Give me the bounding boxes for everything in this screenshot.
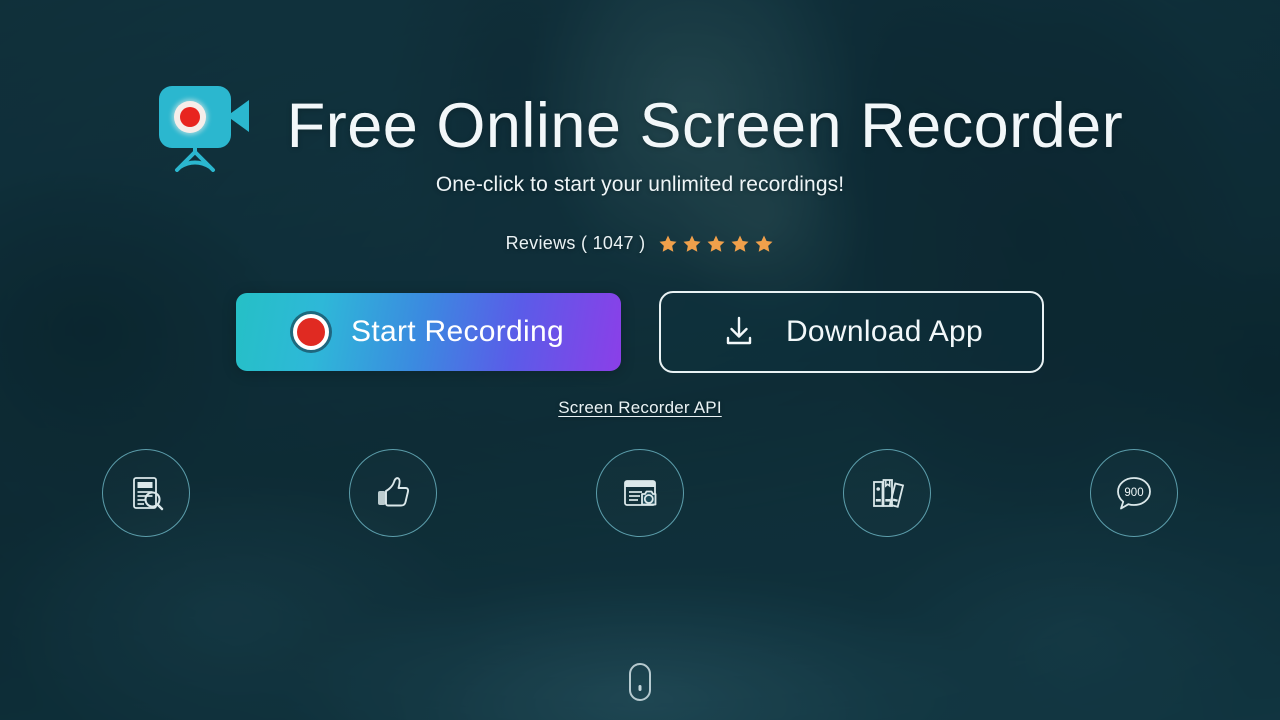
star-icon	[755, 235, 773, 252]
star-icon	[659, 235, 677, 252]
start-recording-label: Start Recording	[351, 315, 564, 348]
feature-media-library[interactable]	[843, 449, 932, 537]
feature-thumbs-up[interactable]	[348, 449, 437, 537]
feature-screen-capture[interactable]	[595, 449, 684, 537]
hero-page: Free Online Screen Recorder One-click to…	[0, 0, 1280, 720]
thumbs-up-icon	[377, 477, 409, 507]
star-icon	[683, 235, 701, 252]
video-camera-record-icon	[157, 78, 253, 174]
scroll-dot	[638, 685, 642, 691]
feature-document-search[interactable]	[101, 449, 190, 537]
reviews-label: Reviews ( 1047 )	[505, 233, 646, 253]
page-subtitle: One-click to start your unlimited record…	[435, 173, 845, 196]
download-app-label: Download App	[785, 315, 984, 348]
reviews-row: Reviews ( 1047 )	[0, 233, 1280, 254]
download-app-button[interactable]: Download App	[659, 291, 1044, 373]
hero-content: Free Online Screen Recorder One-click to…	[0, 0, 1280, 720]
feature-icon-row: 900	[0, 449, 1280, 537]
books-icon	[873, 479, 905, 508]
screen-recorder-api-link[interactable]: Screen Recorder API	[558, 398, 722, 417]
download-icon	[726, 316, 752, 345]
start-recording-button[interactable]: Start Recording	[236, 293, 621, 371]
star-icon	[731, 235, 749, 252]
mouse-scroll-icon[interactable]	[629, 663, 651, 701]
star-rating	[658, 234, 774, 254]
document-magnifier-icon	[132, 477, 163, 511]
feedback-count-badge: 900	[1125, 487, 1144, 499]
cta-button-row: Start Recording Download App	[0, 291, 1280, 373]
feature-feedback-count[interactable]: 900	[1090, 449, 1179, 537]
page-title: Free Online Screen Recorder	[286, 90, 1124, 161]
star-icon	[707, 235, 725, 252]
window-camera-icon	[624, 480, 657, 506]
speech-bubble-icon: 900	[1117, 477, 1152, 510]
api-link-wrapper: Screen Recorder API	[0, 398, 1280, 418]
header-row: Free Online Screen Recorder	[0, 78, 1280, 174]
record-dot-icon	[293, 314, 330, 350]
